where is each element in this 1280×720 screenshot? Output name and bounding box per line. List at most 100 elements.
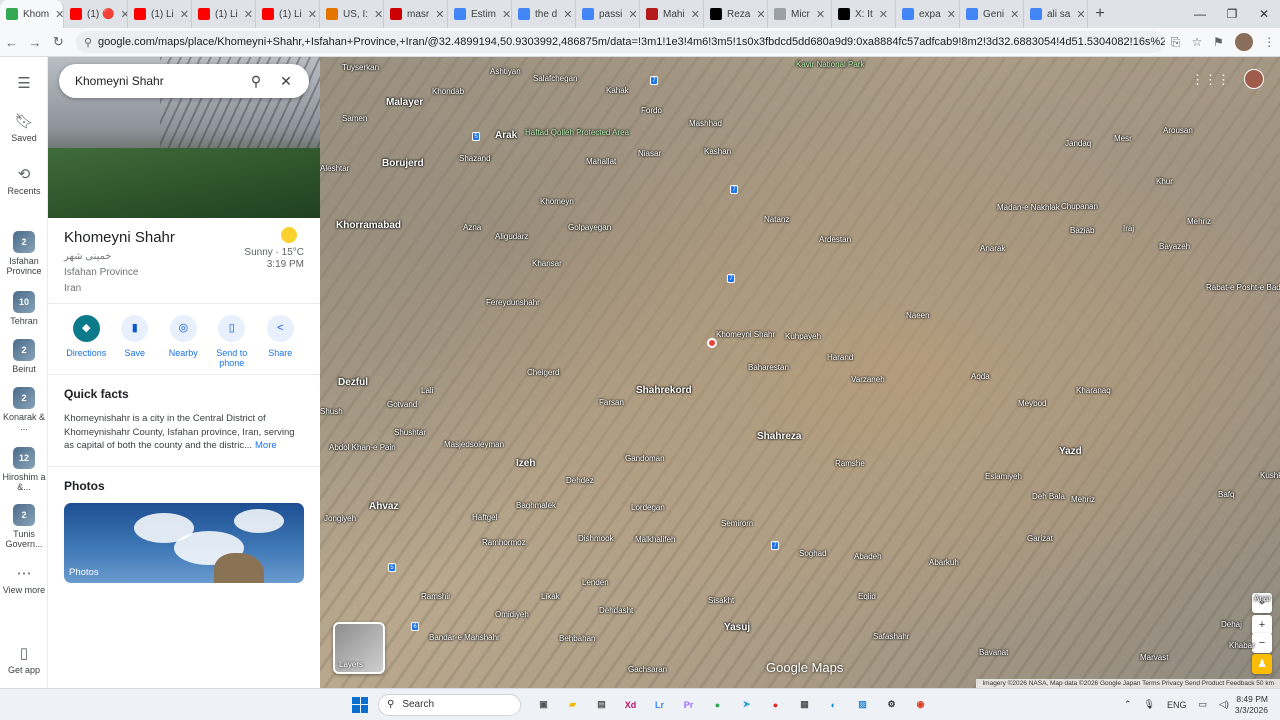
tab-close-icon[interactable]: ✕ <box>180 8 189 21</box>
map-place-label[interactable]: Ramshir <box>421 592 451 601</box>
map-place-label[interactable]: Gotvand <box>387 400 417 409</box>
extensions-icon[interactable]: ⚑ <box>1208 35 1229 49</box>
browser-tab[interactable]: (1) Li ✕ <box>128 0 192 28</box>
profile-avatar[interactable] <box>1235 33 1253 51</box>
tab-close-icon[interactable]: ✕ <box>947 8 956 21</box>
map-place-label[interactable]: Kahak <box>606 86 629 95</box>
adobe-xd-icon[interactable]: Xd <box>616 700 645 710</box>
map-place-label[interactable]: Anar <box>1254 594 1271 603</box>
map-place-label[interactable]: Eqlid <box>858 592 876 601</box>
map-place-label[interactable]: Aligudarz <box>495 232 528 241</box>
tab-close-icon[interactable]: ✕ <box>55 8 63 21</box>
map-place-label[interactable]: Mashhad <box>689 119 722 128</box>
map-place-label[interactable]: Ahvaz <box>369 501 398 512</box>
map-place-label[interactable]: Khorramabad <box>336 220 401 231</box>
save-button[interactable]: ▮ Save <box>111 315 160 368</box>
map-place-label[interactable]: Eslamiyeh <box>985 472 1022 481</box>
map-place-label[interactable]: Dehdez <box>566 476 594 485</box>
tab-close-icon[interactable]: ✕ <box>374 8 383 21</box>
directions-button[interactable]: ◆ Directions <box>62 315 111 368</box>
map-place-label[interactable]: Madan-e Nakhlak <box>997 203 1060 212</box>
map-place-label[interactable]: Golpayegan <box>568 223 611 232</box>
bookmark-star-icon[interactable]: ☆ <box>1186 35 1207 49</box>
map-place-label[interactable]: Soghad <box>799 549 827 558</box>
map-place-label[interactable]: Ashtiyan <box>490 67 521 76</box>
file-explorer-icon[interactable]: ▰ <box>558 699 587 710</box>
map-place-label[interactable]: Dehdasht <box>599 606 633 615</box>
map-place-label[interactable]: Malayer <box>386 97 423 108</box>
app-icon[interactable]: ▤ <box>587 699 616 710</box>
map-place-label[interactable]: Gachsaran <box>628 665 667 674</box>
nearby-button[interactable]: ◎ Nearby <box>159 315 208 368</box>
map-place-label[interactable]: Natanz <box>764 215 789 224</box>
search-icon[interactable]: ⚲ <box>241 73 271 90</box>
microphone-icon[interactable]: 🎙︎ <box>1144 699 1155 710</box>
map-attribution[interactable]: Imagery ©2026 NASA, Map data ©2026 Googl… <box>976 679 1280 688</box>
map-place-label[interactable]: Lenden <box>582 578 609 587</box>
tab-close-icon[interactable]: ✕ <box>816 8 825 21</box>
task-view-icon[interactable]: ▣ <box>529 699 558 710</box>
map-place-label[interactable]: Shazand <box>459 154 491 163</box>
tab-close-icon[interactable]: ✕ <box>628 8 637 21</box>
browser-tab[interactable]: the d ✕ <box>512 0 576 28</box>
map-place-label[interactable]: Meybod <box>1018 399 1046 408</box>
map-place-label[interactable]: Marvast <box>1140 653 1168 662</box>
search-box[interactable]: Khomeyni Shahr ⚲ ✕ <box>59 64 309 98</box>
map-place-label[interactable]: Safashahr <box>873 632 909 641</box>
app-icon[interactable]: ⚙ <box>877 699 906 710</box>
map-place-label[interactable]: Shahreza <box>757 431 801 442</box>
map-place-label[interactable]: Khondab <box>432 87 464 96</box>
close-icon[interactable]: ✕ <box>271 73 301 90</box>
map-place-label[interactable]: Kashan <box>704 147 731 156</box>
map-place-label[interactable]: Abdol Khan-e Pain <box>329 443 396 452</box>
close-window-icon[interactable]: ✕ <box>1248 7 1280 21</box>
map-place-label[interactable]: Iraj <box>1123 224 1134 233</box>
map-place-label[interactable]: Khansar <box>532 259 562 268</box>
map-place-label[interactable]: Baziab <box>1070 226 1094 235</box>
network-icon[interactable]: ▭ <box>1198 699 1207 710</box>
taskbar-search[interactable]: ⚲ Search <box>378 693 521 716</box>
browser-tab[interactable]: Estim ✕ <box>448 0 512 28</box>
map-place-label[interactable]: Yazd <box>1059 446 1082 457</box>
app-icon[interactable]: ▦ <box>790 699 819 710</box>
map-place-label[interactable]: Gandoman <box>625 454 665 463</box>
browser-tab[interactable]: Reza ✕ <box>704 0 768 28</box>
browser-tab[interactable]: (1) Li ✕ <box>192 0 256 28</box>
map-place-label[interactable]: Deh Bala <box>1032 492 1065 501</box>
saved-button[interactable]: 🔖︎ Saved <box>0 112 48 143</box>
map-place-label[interactable]: Bandar-e Mahshahr <box>429 633 500 642</box>
premiere-icon[interactable]: Pr <box>674 700 703 710</box>
edge-icon[interactable]: ◐ <box>819 700 848 710</box>
map-place-label[interactable]: Khabar <box>1229 641 1255 650</box>
map-place-label[interactable]: Azna <box>463 223 481 232</box>
zoom-out-button[interactable]: − <box>1252 633 1272 653</box>
browser-tab[interactable]: masr ✕ <box>384 0 448 28</box>
map-place-label[interactable]: Shushtar <box>394 428 426 437</box>
map-place-label[interactable]: Bafq <box>1218 490 1234 499</box>
lightroom-icon[interactable]: Lr <box>645 700 674 710</box>
menu-button[interactable]: ☰ <box>0 74 48 95</box>
tab-close-icon[interactable]: ✕ <box>756 8 765 21</box>
map-place-label[interactable]: Yasuj <box>724 622 750 633</box>
map-place-label[interactable]: Shush <box>320 407 343 416</box>
telegram-icon[interactable]: ➤ <box>732 699 761 710</box>
map-place-label[interactable]: Kuhpayeh <box>785 332 821 341</box>
map-place-label[interactable]: Dehaj <box>1221 620 1242 629</box>
map-place-label[interactable]: Fordo <box>641 106 662 115</box>
address-bar[interactable]: ⚲ google.com/maps/place/Khomeyni+Shahr,+… <box>75 31 1165 53</box>
chrome-icon[interactable]: ● <box>703 700 732 710</box>
tab-close-icon[interactable]: ✕ <box>120 8 127 21</box>
map-place-label[interactable]: Naeen <box>906 311 930 320</box>
map-place-label[interactable]: Behbahan <box>559 634 595 643</box>
minimize-icon[interactable]: — <box>1184 7 1216 21</box>
reload-icon[interactable]: ↻ <box>47 34 70 50</box>
tab-close-icon[interactable]: ✕ <box>244 8 253 21</box>
tab-close-icon[interactable]: ✕ <box>563 8 572 21</box>
view-more-button[interactable]: ⋯ View more <box>0 564 48 595</box>
recents-button[interactable]: ⟲ Recents <box>0 165 48 196</box>
map-place-label[interactable]: Jongiyeh <box>324 514 356 523</box>
map-place-label[interactable]: Kharanaq <box>1076 386 1111 395</box>
map-place-label[interactable]: Sisakht <box>708 596 734 605</box>
browser-tab[interactable]: expa ✕ <box>896 0 960 28</box>
install-icon[interactable]: ⎘ <box>1165 35 1186 50</box>
